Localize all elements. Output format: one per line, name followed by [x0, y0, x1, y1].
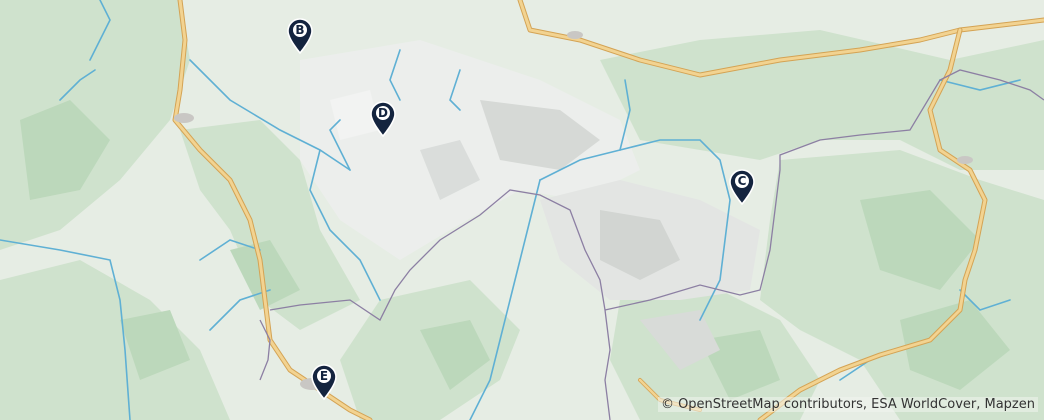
- marker-label: E: [319, 369, 329, 383]
- marker-label: C: [737, 174, 747, 188]
- map-canvas[interactable]: [0, 0, 1044, 420]
- map-attribution[interactable]: © OpenStreetMap contributors, ESA WorldC…: [657, 397, 1038, 412]
- map-marker-b[interactable]: B: [285, 17, 315, 55]
- marker-label: D: [378, 106, 388, 120]
- marker-label: B: [295, 23, 305, 37]
- map-marker-c[interactable]: C: [727, 168, 757, 206]
- map-marker-d[interactable]: D: [368, 100, 398, 138]
- map-marker-e[interactable]: E: [309, 363, 339, 401]
